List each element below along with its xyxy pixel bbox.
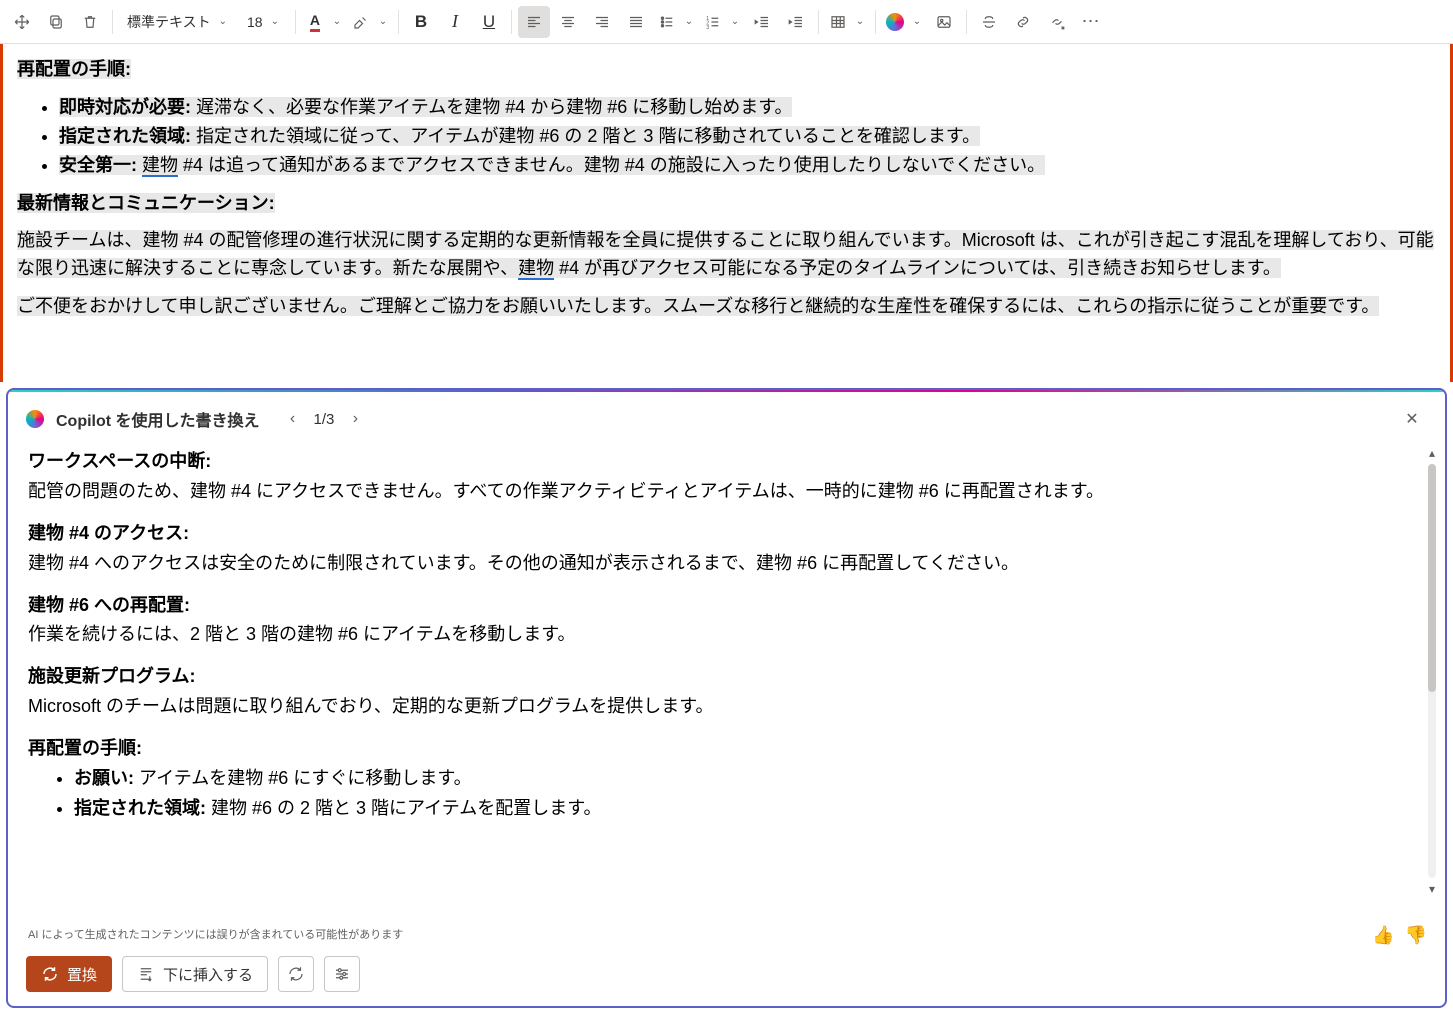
scroll-thumb[interactable]	[1428, 464, 1436, 692]
suggestion-list: お願い: アイテムを建物 #6 にすぐに移動します。 指定された領域: 建物 #…	[28, 765, 1419, 823]
chevron-down-icon: ⌄	[683, 16, 695, 27]
suggestion-paragraph: Microsoft のチームは問題に取り組んでおり、定期的な更新プログラムを提供…	[28, 693, 1419, 721]
copy-icon[interactable]	[40, 6, 72, 38]
align-left-button[interactable]	[518, 6, 550, 38]
list-item: 安全第一: 建物 #4 は追って通知があるまでアクセスできません。建物 #4 の…	[59, 152, 1436, 180]
move-icon[interactable]	[6, 6, 38, 38]
copilot-suggestion-nav: ‹ 1/3 ›	[280, 406, 369, 432]
chevron-down-icon: ⌄	[729, 16, 741, 27]
insert-below-button-label: 下に挿入する	[163, 964, 253, 985]
strikethrough-button[interactable]	[973, 6, 1005, 38]
insert-below-button[interactable]: 下に挿入する	[122, 956, 268, 992]
copilot-panel-footer: 置換 下に挿入する	[8, 948, 1445, 1006]
link-button[interactable]	[1007, 6, 1039, 38]
scrollbar[interactable]: ▴ ▾	[1425, 446, 1439, 896]
paragraph-style-combo[interactable]: 標準テキスト ⌄	[119, 6, 237, 38]
bold-button[interactable]: B	[405, 6, 437, 38]
highlight-color-split[interactable]: ⌄	[348, 6, 392, 38]
list-item: お願い: アイテムを建物 #6 にすぐに移動します。	[74, 765, 1419, 793]
copilot-rewrite-panel: Copilot を使用した書き換え ‹ 1/3 › ✕ ワークスペースの中断: …	[6, 388, 1447, 1008]
table-split[interactable]: ⌄	[825, 6, 869, 38]
formatting-toolbar: 標準テキスト ⌄ 18 ⌄ A ⌄ ⌄ B I U ⌄ 123 ⌄ ⌄ ⌄	[0, 0, 1453, 44]
suggestion-paragraph: 建物 #4 へのアクセスは安全のために制限されています。その他の通知が表示される…	[28, 550, 1419, 578]
chevron-down-icon: ⌄	[377, 16, 389, 27]
doc-paragraph-apology: ご不便をおかけして申し訳ございません。ご理解とご協力をお願いいたします。スムーズ…	[17, 296, 1379, 316]
document-content: 再配置の手順: 即時対応が必要: 遅滞なく、必要な作業アイテムを建物 #4 から…	[17, 56, 1436, 321]
svg-text:3: 3	[706, 24, 709, 30]
adjust-button[interactable]	[324, 956, 360, 992]
next-suggestion-button[interactable]: ›	[342, 406, 368, 432]
align-center-button[interactable]	[552, 6, 584, 38]
outdent-button[interactable]	[746, 6, 778, 38]
doc-heading-updates: 最新情報とコミュニケーション:	[17, 193, 275, 213]
thumbs-down-button[interactable]: 👎	[1405, 925, 1427, 946]
suggestion-heading: 再配置の手順:	[28, 735, 1419, 763]
doc-list-relocate: 即時対応が必要: 遅滞なく、必要な作業アイテムを建物 #4 から建物 #6 に移…	[17, 94, 1436, 180]
image-icon[interactable]	[928, 6, 960, 38]
paragraph-style-label: 標準テキスト	[127, 12, 211, 32]
close-button[interactable]: ✕	[1397, 404, 1427, 434]
ai-disclaimer: AI によって生成されたコンテンツには誤りが含まれている可能性があります	[8, 926, 421, 946]
font-color-letter: A	[310, 12, 320, 32]
font-size-value: 18	[247, 14, 263, 30]
list-item: 指定された領域: 建物 #6 の 2 階と 3 階にアイテムを配置します。	[74, 795, 1419, 823]
indent-button[interactable]	[780, 6, 812, 38]
unlink-button[interactable]	[1041, 6, 1073, 38]
font-color-split[interactable]: A ⌄	[302, 6, 346, 38]
copilot-icon	[886, 13, 904, 31]
numbered-list-split[interactable]: 123 ⌄	[700, 6, 744, 38]
overflow-menu-button[interactable]: ⋯	[1075, 6, 1107, 38]
doc-heading-relocate: 再配置の手順:	[17, 59, 131, 79]
align-right-button[interactable]	[586, 6, 618, 38]
chevron-down-icon: ⌄	[217, 16, 229, 27]
thumbs-up-button[interactable]: 👍	[1372, 925, 1394, 946]
scroll-track[interactable]	[1428, 464, 1436, 878]
regenerate-button[interactable]	[278, 956, 314, 992]
suggestion-paragraph: 配管の問題のため、建物 #4 にアクセスできません。すべての作業アクティビティと…	[28, 478, 1419, 506]
list-item: 即時対応が必要: 遅滞なく、必要な作業アイテムを建物 #4 から建物 #6 に移…	[59, 94, 1436, 122]
doc-link-building[interactable]: 建物	[142, 155, 178, 177]
suggestion-heading: 建物 #6 への再配置:	[28, 592, 1419, 620]
chevron-down-icon: ⌄	[269, 16, 281, 27]
copilot-toolbar-split[interactable]: ⌄	[882, 6, 926, 38]
chevron-down-icon: ⌄	[854, 16, 866, 27]
bullet-list-split[interactable]: ⌄	[654, 6, 698, 38]
replace-button[interactable]: 置換	[26, 956, 112, 992]
underline-button[interactable]: U	[473, 6, 505, 38]
suggestion-heading: 建物 #4 のアクセス:	[28, 520, 1419, 548]
document-editor[interactable]: 再配置の手順: 即時対応が必要: 遅滞なく、必要な作業アイテムを建物 #4 から…	[0, 44, 1453, 382]
chevron-down-icon: ⌄	[331, 16, 343, 27]
scroll-up-icon[interactable]: ▴	[1429, 446, 1435, 460]
scroll-down-icon[interactable]: ▾	[1429, 882, 1435, 896]
replace-button-label: 置換	[67, 964, 97, 985]
copilot-icon	[26, 410, 44, 428]
doc-link-building[interactable]: 建物	[518, 258, 554, 280]
copilot-panel-title: Copilot を使用した書き換え	[56, 407, 260, 431]
suggestion-paragraph: 作業を続けるには、2 階と 3 階の建物 #6 にアイテムを移動します。	[28, 621, 1419, 649]
prev-suggestion-button[interactable]: ‹	[280, 406, 306, 432]
suggestion-heading: ワークスペースの中断:	[28, 448, 1419, 476]
feedback-buttons: 👍 👎	[1372, 925, 1427, 946]
delete-icon[interactable]	[74, 6, 106, 38]
list-item: 指定された領域: 指定された領域に従って、アイテムが建物 #6 の 2 階と 3…	[59, 123, 1436, 151]
suggestion-counter: 1/3	[314, 411, 335, 428]
suggestion-heading: 施設更新プログラム:	[28, 663, 1419, 691]
copilot-panel-header: Copilot を使用した書き換え ‹ 1/3 › ✕	[8, 390, 1445, 444]
align-justify-button[interactable]	[620, 6, 652, 38]
copilot-suggestion-body: ワークスペースの中断: 配管の問題のため、建物 #4 にアクセスできません。すべ…	[8, 444, 1445, 925]
font-size-combo[interactable]: 18 ⌄	[239, 6, 289, 38]
italic-button[interactable]: I	[439, 6, 471, 38]
chevron-down-icon: ⌄	[911, 16, 923, 27]
